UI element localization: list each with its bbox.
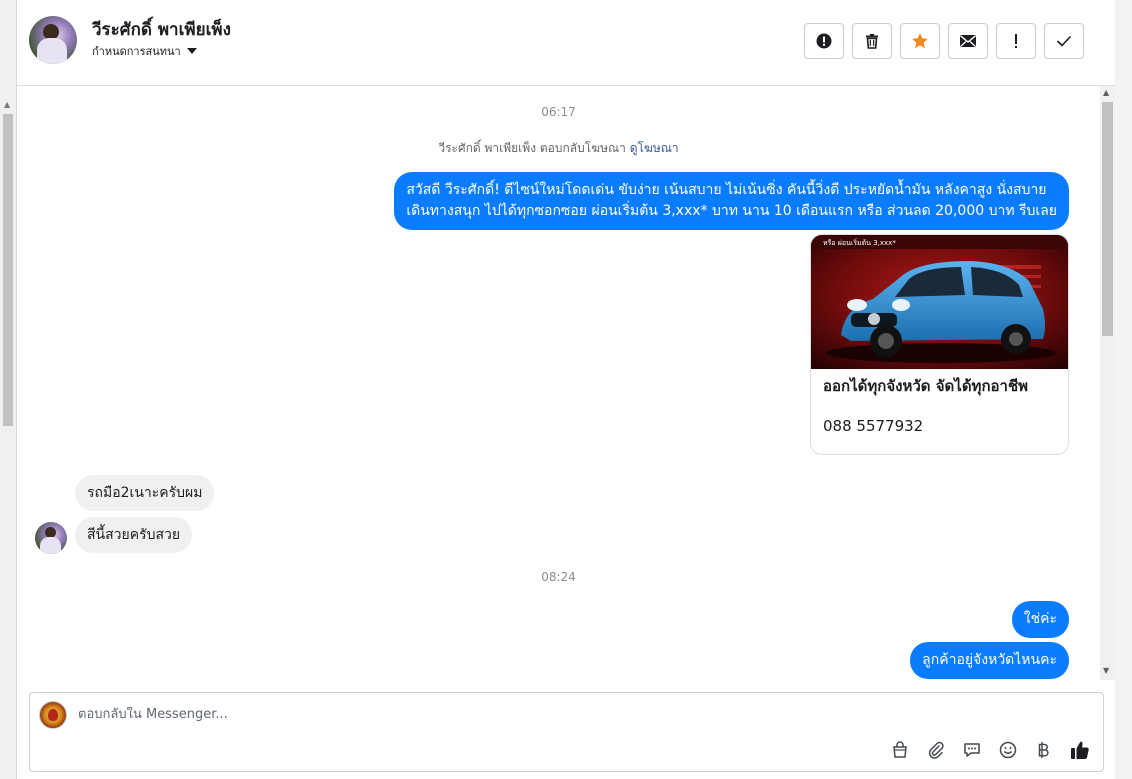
ad-reply-note: วีระศักดิ์ พาเพียเพ็ง ตอบกลับโฆษณา ดูโฆษ… xyxy=(17,139,1100,158)
star-button[interactable] xyxy=(900,23,940,59)
ad-banner-text: หรือ ผ่อนเริ่มต้น 3,xxx* xyxy=(823,238,896,247)
ad-reply-text: วีระศักดิ์ พาเพียเพ็ง ตอบกลับโฆษณา xyxy=(438,141,626,155)
left-scrollbar-thumb[interactable] xyxy=(3,114,13,426)
timestamp: 06:17 xyxy=(541,105,576,119)
outgoing-message: ลูกค้าอยู่จังหวัดไหนคะ xyxy=(910,642,1069,679)
contact-name[interactable]: วีระศักดิ์ พาเพียเพ็ง xyxy=(92,16,231,43)
star-icon xyxy=(912,33,928,49)
mark-done-button[interactable] xyxy=(1044,23,1084,59)
ad-car-image: หรือ ผ่อนเริ่มต้น 3,xxx* xyxy=(811,235,1068,369)
thumbs-up-icon[interactable] xyxy=(1069,739,1091,761)
page-avatar xyxy=(39,701,67,729)
timestamp: 08:24 xyxy=(541,570,576,584)
report-spam-button[interactable] xyxy=(804,23,844,59)
composer-tools xyxy=(889,739,1091,761)
scroll-up-arrow-icon[interactable]: ▲ xyxy=(4,100,10,109)
ad-card[interactable]: หรือ ผ่อนเริ่มต้น 3,xxx* ออกได้ทุกจังหวั… xyxy=(810,234,1069,455)
view-ad-link[interactable]: ดูโฆษณา xyxy=(630,141,679,155)
outgoing-message: สวัสดี วีระศักดิ์! ดีไซน์ใหม่โดดเด่น ขับ… xyxy=(394,172,1069,230)
left-scroll-region: ▲ xyxy=(0,0,17,779)
contact-avatar-small[interactable] xyxy=(35,522,67,554)
scroll-up-arrow-icon[interactable]: ▲ xyxy=(1103,88,1109,97)
baht-icon[interactable] xyxy=(1033,739,1055,761)
emoji-icon[interactable] xyxy=(997,739,1019,761)
mark-unread-button[interactable] xyxy=(948,23,988,59)
header-actions xyxy=(804,23,1084,59)
ad-phone: 088 5577932 xyxy=(823,417,924,435)
reply-input[interactable] xyxy=(78,707,978,722)
delete-button[interactable] xyxy=(852,23,892,59)
right-gutter xyxy=(1115,0,1132,779)
conversation-settings-dropdown[interactable]: กำหนดการสนทนา xyxy=(92,42,197,60)
ad-caption: ออกได้ทุกจังหวัด จัดได้ทุกอาชีพ xyxy=(823,377,1029,395)
scroll-down-arrow-icon[interactable]: ▼ xyxy=(1103,666,1109,675)
conversation-settings-label: กำหนดการสนทนา xyxy=(92,45,181,58)
outgoing-message: ใช่ค่ะ xyxy=(1011,601,1069,638)
message-thread[interactable]: 06:17 วีระศักดิ์ พาเพียเพ็ง ตอบกลับโฆษณา… xyxy=(17,86,1100,680)
thread-scrollbar[interactable]: ▲ ▼ xyxy=(1100,86,1115,680)
contact-avatar[interactable] xyxy=(29,16,77,64)
thread-scrollbar-thumb[interactable] xyxy=(1102,102,1113,336)
message-line: สวัสดี วีระศักดิ์! ดีไซน์ใหม่โดดเด่น ขับ… xyxy=(406,182,1047,198)
follow-up-button[interactable] xyxy=(996,23,1036,59)
reply-composer xyxy=(29,692,1104,772)
saved-replies-icon[interactable] xyxy=(961,739,983,761)
paperclip-icon[interactable] xyxy=(925,739,947,761)
envelope-icon xyxy=(960,35,976,47)
message-line: เดินทางสนุก ไปได้ทุกซอกซอย ผ่อนเริ่มต้น … xyxy=(406,203,1057,219)
exclamation-icon xyxy=(1015,34,1017,48)
incoming-message: รถมือ2เนาะครับผม xyxy=(75,475,215,511)
caret-down-icon xyxy=(186,48,197,54)
conversation-header: วีระศักดิ์ พาเพียเพ็ง กำหนดการสนทนา xyxy=(17,0,1115,86)
trash-icon xyxy=(866,34,878,49)
check-icon xyxy=(1056,35,1072,47)
bag-icon[interactable] xyxy=(889,739,911,761)
incoming-message: สีนี้สวยครับสวย xyxy=(75,517,193,553)
alert-circle-icon xyxy=(816,33,832,49)
